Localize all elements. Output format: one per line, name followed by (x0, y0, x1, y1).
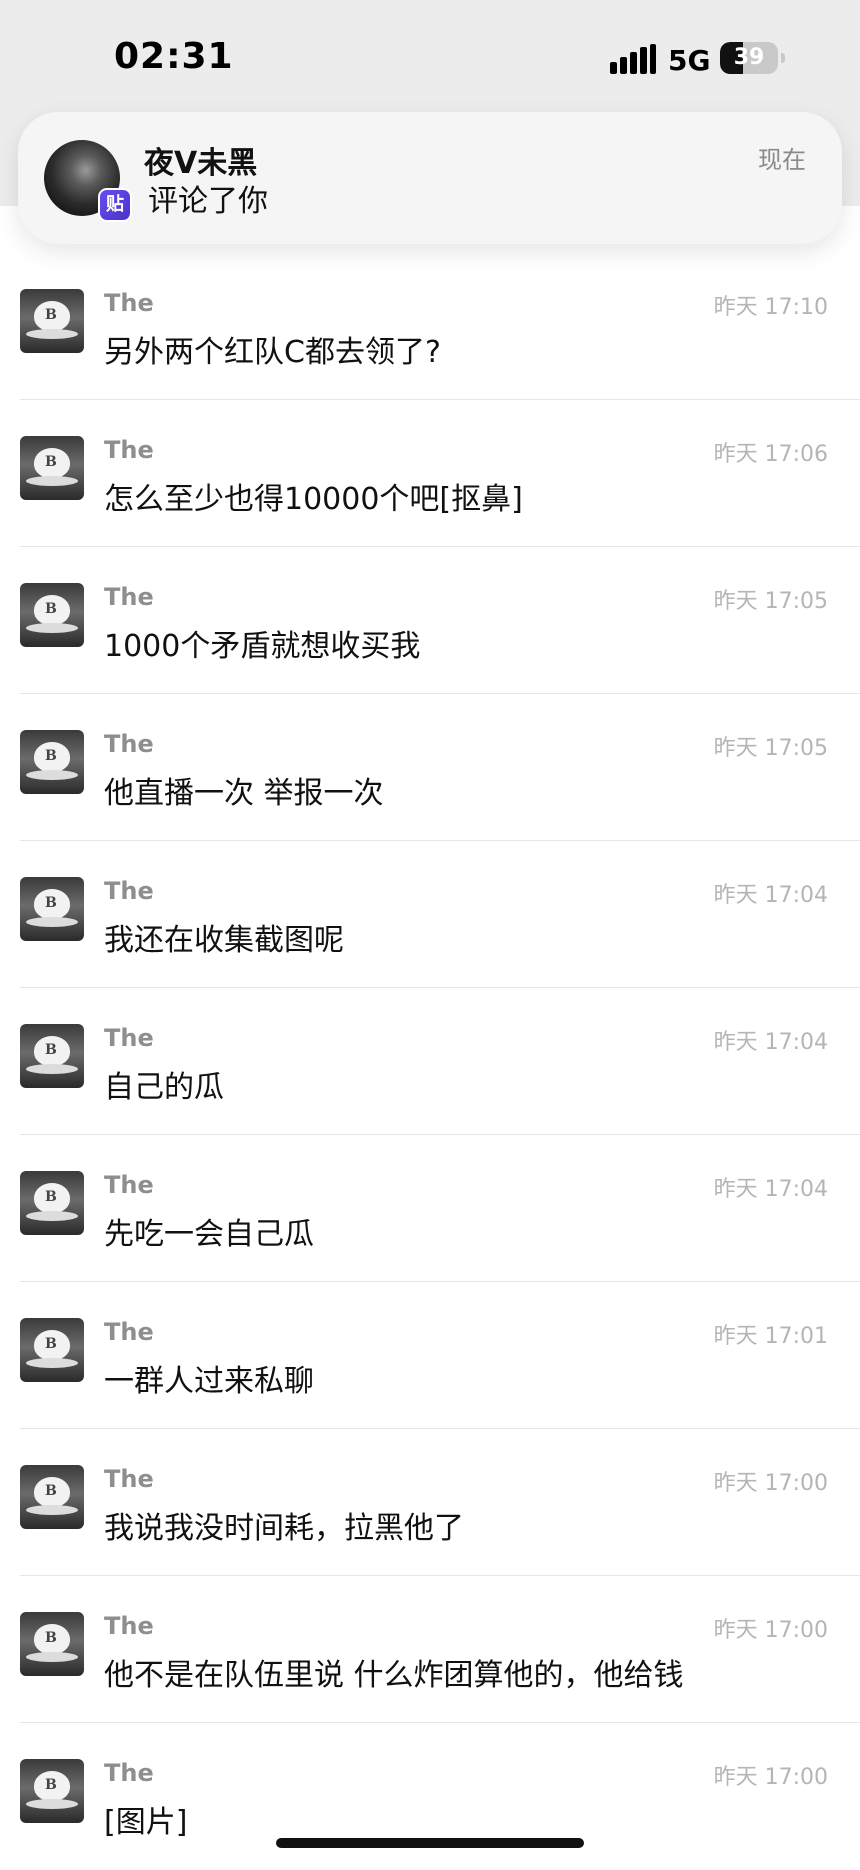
message-text: 1000个矛盾就想收买我 (104, 629, 421, 664)
message-time: 昨天 17:01 (713, 1324, 828, 1349)
battery-icon: 39 (720, 42, 786, 74)
sender-name: The (104, 1759, 154, 1787)
message-row[interactable]: B The 昨天 17:01 一群人过来私聊 (0, 1282, 860, 1429)
message-row[interactable]: B The 昨天 17:10 另外两个红队C都去领了? (0, 253, 860, 400)
message-text: 一群人过来私聊 (104, 1364, 314, 1399)
message-time: 昨天 17:05 (713, 589, 828, 614)
sender-avatar[interactable]: B (20, 1612, 84, 1676)
message-text: 自己的瓜 (104, 1070, 224, 1105)
message-time: 昨天 17:04 (713, 883, 828, 908)
sender-avatar[interactable]: B (20, 730, 84, 794)
message-text: 先吃一会自己瓜 (104, 1217, 314, 1252)
sender-avatar[interactable]: B (20, 436, 84, 500)
sender-name: The (104, 1318, 154, 1346)
message-text: 另外两个红队C都去领了? (104, 335, 441, 370)
sender-name: The (104, 730, 154, 758)
message-row[interactable]: B The 昨天 17:04 先吃一会自己瓜 (0, 1135, 860, 1282)
sender-name: The (104, 436, 154, 464)
message-time: 昨天 17:00 (713, 1765, 828, 1790)
message-time: 昨天 17:05 (713, 736, 828, 761)
sender-name: The (104, 289, 154, 317)
sender-avatar[interactable]: B (20, 1759, 84, 1823)
sender-name: The (104, 1465, 154, 1493)
home-indicator[interactable] (276, 1838, 584, 1848)
sender-avatar[interactable]: B (20, 1024, 84, 1088)
message-text: 他直播一次 举报一次 (104, 776, 384, 811)
status-bar: 02:31 5G 39 (0, 0, 860, 112)
signal-icon (610, 44, 656, 74)
message-time: 昨天 17:06 (713, 442, 828, 467)
message-time: 昨天 17:00 (713, 1471, 828, 1496)
message-text: 怎么至少也得10000个吧[抠鼻] (104, 482, 523, 517)
sender-name: The (104, 1612, 154, 1640)
battery-percent: 39 (733, 45, 765, 70)
message-row[interactable]: B The 昨天 17:05 1000个矛盾就想收买我 (0, 547, 860, 694)
sender-avatar[interactable]: B (20, 583, 84, 647)
message-row[interactable]: B The 昨天 17:05 他直播一次 举报一次 (0, 694, 860, 841)
message-row[interactable]: B The 昨天 17:00 他不是在队伍里说 什么炸团算他的，他给钱 (0, 1576, 860, 1723)
message-text: 我说我没时间耗，拉黑他了 (104, 1511, 464, 1546)
network-label: 5G (668, 44, 711, 77)
sender-name: The (104, 583, 154, 611)
status-time: 02:31 (114, 36, 234, 77)
message-text: [图片] (104, 1805, 188, 1840)
message-row[interactable]: B The 昨天 17:04 我还在收集截图呢 (0, 841, 860, 988)
sender-name: The (104, 1171, 154, 1199)
tieba-app-icon: 贴 (98, 188, 132, 222)
notification-banner[interactable]: 贴 夜Ⅴ未黑 评论了你 现在 (18, 112, 842, 244)
notification-time: 现在 (758, 146, 806, 174)
message-time: 昨天 17:10 (713, 295, 828, 320)
sender-avatar[interactable]: B (20, 1318, 84, 1382)
message-time: 昨天 17:04 (713, 1030, 828, 1055)
message-row[interactable]: B The 昨天 17:00 我说我没时间耗，拉黑他了 (0, 1429, 860, 1576)
sender-avatar[interactable]: B (20, 1465, 84, 1529)
sender-name: The (104, 1024, 154, 1052)
sender-name: The (104, 877, 154, 905)
message-text: 他不是在队伍里说 什么炸团算他的，他给钱 (104, 1658, 684, 1693)
message-text: 我还在收集截图呢 (104, 923, 344, 958)
message-list: B The 昨天 17:10 另外两个红队C都去领了? B The 昨天 17:… (0, 253, 860, 1870)
sender-avatar[interactable]: B (20, 289, 84, 353)
notification-body: 评论了你 (148, 184, 268, 219)
message-row[interactable]: B The 昨天 17:04 自己的瓜 (0, 988, 860, 1135)
message-time: 昨天 17:00 (713, 1618, 828, 1643)
sender-avatar[interactable]: B (20, 1171, 84, 1235)
message-time: 昨天 17:04 (713, 1177, 828, 1202)
message-row[interactable]: B The 昨天 17:06 怎么至少也得10000个吧[抠鼻] (0, 400, 860, 547)
sender-avatar[interactable]: B (20, 877, 84, 941)
